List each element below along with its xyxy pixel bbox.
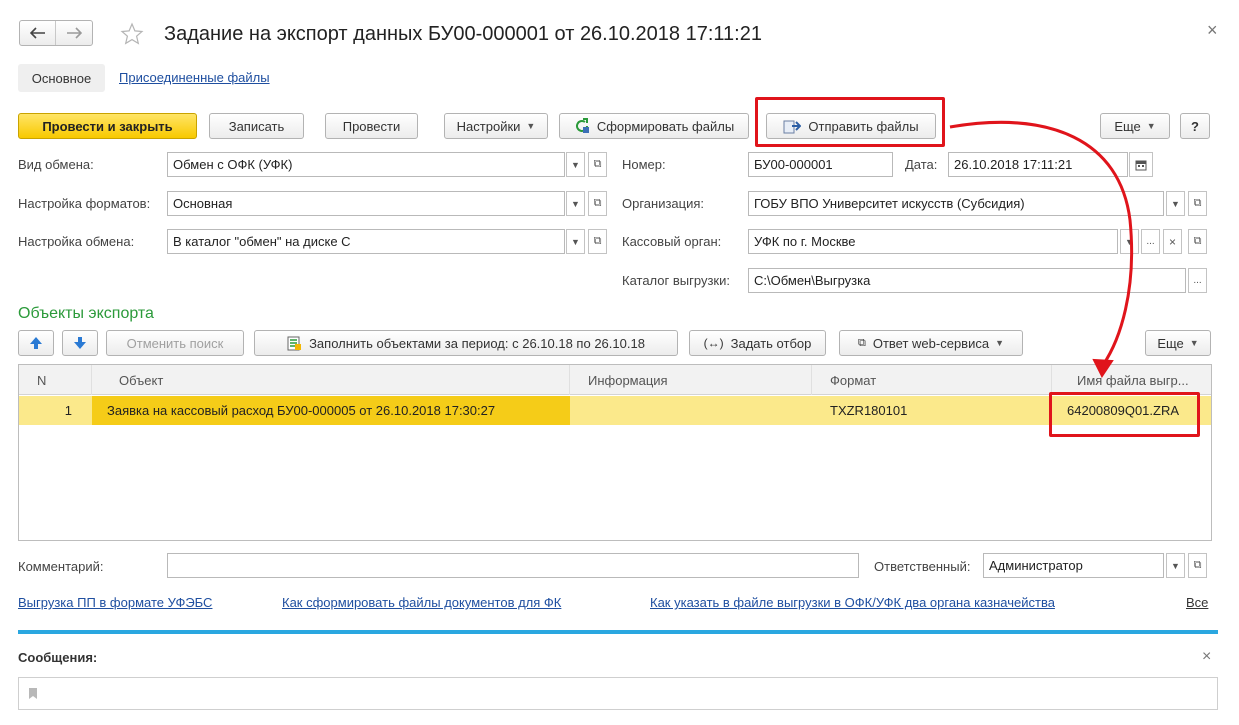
open-icon[interactable]: ⧉ — [1188, 553, 1207, 578]
messages-title: Сообщения: — [18, 650, 98, 665]
annotation-arrow — [949, 120, 1134, 378]
help-link-generate-files[interactable]: Как сформировать файлы документов для ФК — [282, 595, 561, 610]
help-link-two-treasury[interactable]: Как указать в файле выгрузки в ОФК/УФК д… — [650, 595, 1055, 610]
comment-field[interactable] — [167, 553, 859, 578]
all-links-link[interactable]: Все — [1186, 595, 1208, 610]
comment-label: Комментарий: — [18, 559, 104, 574]
messages-close-icon[interactable]: × — [1202, 648, 1211, 666]
messages-area — [18, 677, 1218, 710]
responsible-field[interactable]: Администратор — [983, 553, 1164, 578]
help-link-ufebs[interactable]: Выгрузка ПП в формате УФЭБС — [18, 595, 212, 610]
responsible-label: Ответственный: — [874, 559, 971, 574]
bookmark-icon — [29, 688, 37, 699]
messages-divider — [18, 630, 1218, 634]
dropdown-chevron-icon[interactable]: ▼ — [1166, 553, 1185, 578]
